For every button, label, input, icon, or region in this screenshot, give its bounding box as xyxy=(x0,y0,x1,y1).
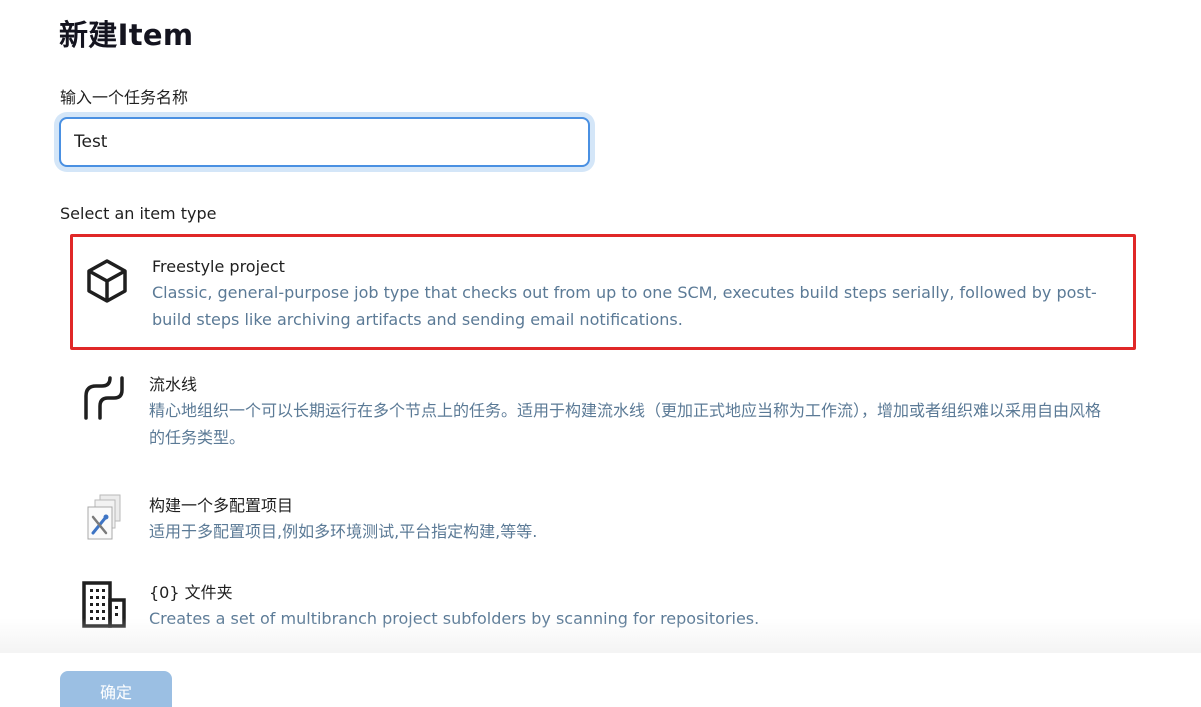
pipeline-icon xyxy=(80,374,128,422)
ok-button[interactable]: 确定 xyxy=(60,671,172,707)
item-type-name: 构建一个多配置项目 xyxy=(149,496,294,515)
item-type-description: 精心地组织一个可以长期运行在多个节点上的任务。适用于构建流水线（更加正式地应当称… xyxy=(149,401,1102,447)
multi-config-icon xyxy=(80,493,128,541)
cube-icon xyxy=(83,257,131,305)
item-type-name: {0} 文件夹 xyxy=(149,583,233,602)
item-type-name: 流水线 xyxy=(149,375,198,394)
item-type-pipeline[interactable]: 流水线 精心地组织一个可以长期运行在多个节点上的任务。适用于构建流水线（更加正式… xyxy=(70,364,1136,470)
item-type-description: Classic, general-purpose job type that c… xyxy=(152,283,1097,329)
item-name-input[interactable] xyxy=(59,117,590,167)
item-type-description: 适用于多配置项目,例如多环境测试,平台指定构建,等等. xyxy=(149,522,538,541)
page-title: 新建Item xyxy=(59,18,194,52)
item-type-label: Select an item type xyxy=(60,204,217,223)
footer-shadow xyxy=(0,618,1201,658)
item-type-multi-config[interactable]: 构建一个多配置项目 适用于多配置项目,例如多环境测试,平台指定构建,等等. xyxy=(70,485,1136,565)
footer-bar xyxy=(0,653,1201,707)
item-name-label: 输入一个任务名称 xyxy=(60,88,189,107)
new-item-page: 新建Item 输入一个任务名称 Select an item type Free… xyxy=(0,0,1201,707)
item-type-name: Freestyle project xyxy=(152,257,285,276)
item-type-freestyle[interactable]: Freestyle project Classic, general-purpo… xyxy=(70,234,1136,350)
